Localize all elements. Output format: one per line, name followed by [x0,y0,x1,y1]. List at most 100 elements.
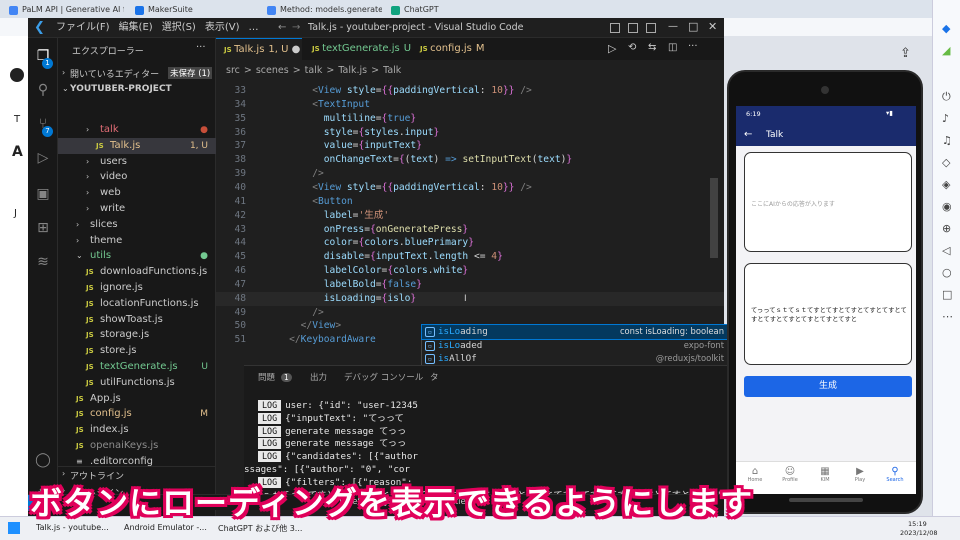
power-icon[interactable]: ⏻ [942,90,951,104]
close-icon[interactable]: ✕ [708,20,717,33]
editor-more-icon[interactable]: ··· [688,41,698,52]
line-number: 46 [234,265,246,277]
forward-arrow-icon[interactable]: → [292,22,302,34]
emulator-more-icon[interactable]: ⋯ [942,310,953,323]
line-number: 50 [234,320,246,332]
file-tree-item[interactable]: JS store.js [58,343,216,359]
volume-down-icon[interactable]: ♫ [942,134,952,147]
minimize-icon[interactable]: — [668,21,678,32]
screenshot-icon[interactable]: ◉ [942,200,952,213]
account-icon[interactable]: ◯ [35,452,51,468]
file-tree-item[interactable]: JS index.js [58,422,216,438]
file-tree-item[interactable]: JS utilFunctions.js [58,375,216,391]
menu-item[interactable]: 編集(E) [119,22,153,33]
unsaved-dot-icon[interactable]: ● [288,44,301,55]
rotate-right-icon[interactable]: ◈ [942,178,950,191]
panel-tab[interactable]: デバッグ コンソール [344,371,423,383]
panel-toggle-icon[interactable] [628,23,638,33]
extension-icon[interactable]: ◢ [942,44,950,57]
line-number: 47 [234,278,246,290]
back-arrow-icon[interactable]: ← [278,22,288,34]
menu-item[interactable]: … [249,22,259,33]
nav-icon: ☺ [784,466,796,477]
overview-icon[interactable]: □ [942,288,952,301]
extensions-icon[interactable]: ⊞ [35,220,51,236]
js-file-icon: JS [86,315,94,324]
run-debug-icon[interactable]: ▷ [35,150,51,166]
file-tree-item[interactable]: › web [58,185,216,201]
docker-icon[interactable]: ≋ [35,254,51,270]
prompt-input[interactable]: てっってｓｔてｓｔてすとてすとてすとてすとてすとてすとてすとてすとてすとてすとて… [744,263,912,365]
file-tree-item[interactable]: JS ignore.js [58,280,216,296]
file-tree-item[interactable]: JS locationFunctions.js [58,296,216,312]
file-tree-item[interactable]: JS Talk.js 1, U [58,137,216,154]
file-tree-item[interactable]: › video [58,169,216,185]
file-tree-item[interactable]: JS App.js [58,391,216,407]
start-icon[interactable] [8,522,20,534]
breadcrumb-item[interactable]: src [226,65,240,76]
vscode-logo-icon: ❮ [34,20,45,35]
file-tree-item[interactable]: ≡ .editorconfig [58,454,216,470]
breadcrumb-item[interactable]: Talk [383,65,401,76]
file-tree-item[interactable]: › write [58,201,216,217]
chevron-down-icon[interactable]: ⌄ [62,84,69,93]
compare-icon[interactable]: ⇆ [648,42,656,53]
zoom-icon[interactable]: ⊕ [942,222,951,235]
file-tree-item[interactable]: ⌄ utils ● [58,248,216,264]
remote-explorer-icon[interactable]: ▣ [35,186,51,202]
generate-button[interactable]: 生成 [744,376,912,397]
panel-tab[interactable]: タ [430,371,439,383]
run-icon[interactable]: ▷ [608,42,616,55]
project-header[interactable]: YOUTUBER-PROJECT [70,84,172,94]
suggestion-item[interactable]: ▫ isLoaded expo-font [422,339,730,353]
breadcrumb-item[interactable]: Talk.js [338,65,367,76]
share-icon[interactable]: ⇪ [900,46,911,61]
edge-copilot-icon[interactable]: ◆ [942,22,950,35]
suggestion-item[interactable]: ▫ isLoading const isLoading: boolean [421,324,731,340]
editor-scrollbar[interactable] [710,178,718,258]
file-tree-item[interactable]: › slices [58,217,216,233]
menu-item[interactable]: 表示(V) [205,22,240,33]
timeline-icon[interactable]: ⟲ [628,42,636,53]
volume-up-icon[interactable]: ♪ [942,112,949,125]
rotate-left-icon[interactable]: ◇ [942,156,950,169]
browser-tab[interactable]: PaLM API | Generative AI for De [6,2,124,18]
layout-toggle-icon[interactable] [610,23,620,33]
split-editor-icon[interactable]: ◫ [668,42,677,53]
home-nav-icon[interactable]: ○ [942,266,952,279]
file-tree-item[interactable]: JS showToast.js [58,312,216,328]
search-icon[interactable]: ⚲ [35,82,51,98]
more-actions-icon[interactable]: ··· [196,42,206,53]
browser-tab[interactable]: MakerSuite [132,2,254,18]
menu-item[interactable]: ファイル(F) [56,22,110,33]
file-tree-item[interactable]: › users [58,154,216,170]
file-tree-item[interactable]: JS downloadFunctions.js [58,264,216,280]
file-tree-item[interactable]: JS config.js M [58,406,216,422]
browser-tab[interactable]: Method: models.generateMessa [264,2,382,18]
outline-chevron-icon[interactable]: › [62,469,65,478]
webpage-sliver: T A J [0,36,28,516]
back-arrow-icon[interactable]: ← [744,124,752,146]
file-tree-item[interactable]: JS textGenerate.js U [58,359,216,375]
browser-tab[interactable]: ChatGPT [388,2,508,18]
maximize-icon[interactable]: □ [688,20,698,33]
editor-tab[interactable]: JS config.js M [412,38,502,60]
open-editors-header[interactable]: 開いているエディター [70,67,159,80]
file-tree-item[interactable]: JS openaiKeys.js [58,438,216,454]
file-tree-item[interactable]: JS storage.js [58,327,216,343]
panel-tab[interactable]: 出力 [310,371,327,383]
editor-tab[interactable]: JS Talk.js 1, U ● [216,38,302,60]
code-token: KeyboardAware [300,334,376,346]
menu-item[interactable]: 選択(S) [162,22,196,33]
file-tree-item[interactable]: › theme [58,233,216,249]
back-nav-icon[interactable]: ◁ [942,244,950,257]
sidebar-toggle-icon[interactable] [646,23,656,33]
breadcrumb-item[interactable]: talk [305,65,323,76]
file-tree-item[interactable]: › talk ● [58,122,216,138]
chevron-right-icon[interactable]: › [62,68,65,77]
editor-tab[interactable]: JS textGenerate.js U [304,38,411,60]
file-tree-label: utilFunctions.js [100,376,175,388]
breadcrumb-item[interactable]: scenes [256,65,289,76]
panel-tab[interactable]: 問題 1 [258,371,292,383]
